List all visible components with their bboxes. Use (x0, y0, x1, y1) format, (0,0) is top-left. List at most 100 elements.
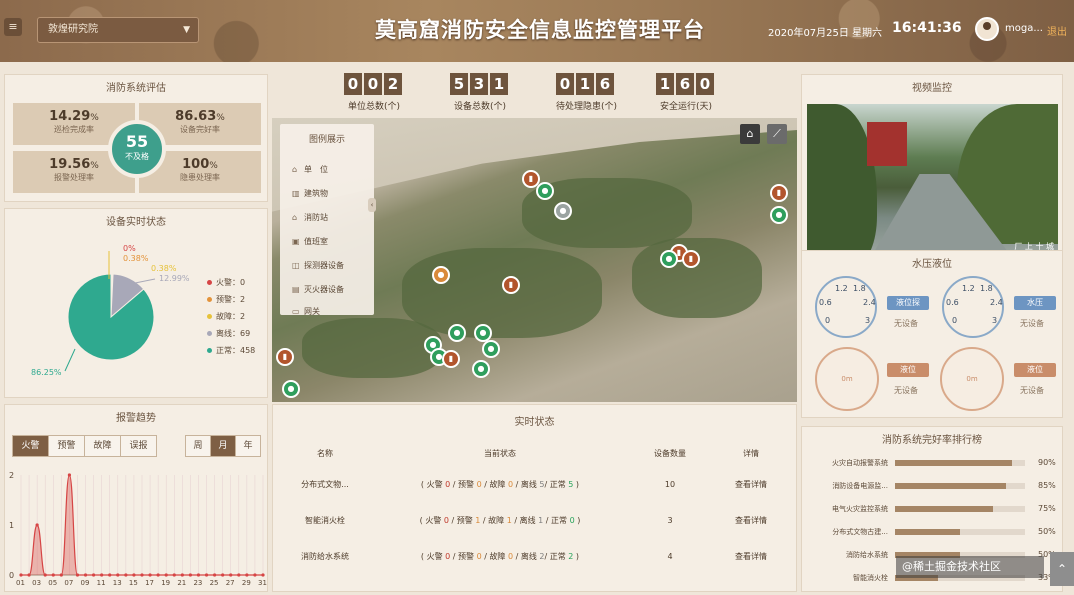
map-marker[interactable]: ● (554, 202, 572, 220)
level-button[interactable]: 液位 (1014, 363, 1056, 377)
view-detail-link[interactable]: 查看详情 (710, 538, 792, 574)
map-marker[interactable]: ● (282, 380, 300, 398)
water-pressure-button[interactable]: 水压 (1014, 296, 1056, 310)
tab-false-alarm[interactable]: 误报 (120, 435, 157, 457)
row-name: 分布式文物... (301, 479, 349, 489)
back-to-top-icon[interactable]: ⌃ (1050, 552, 1074, 586)
organization-select[interactable]: 敦煌研究院 ▼ (37, 17, 199, 43)
table-row: 智能消火栓 ( 火警 0 / 预警 1 / 故障 1 / 离线 1 / 正常 0… (280, 502, 792, 538)
menu-icon[interactable]: ≡ (4, 18, 22, 36)
site-map[interactable]: 图例展示 ⌂ 单 位 ▥ 建筑物 ⌂ 消防站 ▣ 值班室 ◫ 探测器设备 ▤ 灭火器设备 ▭… (272, 118, 797, 402)
legend-collapse-handle[interactable]: ‹ (368, 198, 376, 212)
legend-item-unit[interactable]: ⌂ 单 位 (292, 164, 328, 175)
gauge-tick: 1.2 (835, 284, 848, 293)
trend-point (108, 573, 112, 577)
ring-value: 0m (841, 375, 853, 383)
legend-item-extinguisher[interactable]: ▤ 灭火器设备 (292, 284, 344, 295)
legend-item-duty-room[interactable]: ▣ 值班室 (292, 236, 328, 247)
gateway-icon: ▭ (292, 307, 300, 316)
logout-link[interactable]: 退出 (1047, 23, 1067, 38)
extinguisher-icon: ▤ (292, 285, 300, 294)
realtime-status-title: 实时状态 (514, 417, 555, 428)
map-marker[interactable]: ▮ (502, 276, 520, 294)
map-marker[interactable]: ▮ (770, 184, 788, 202)
trend-point (156, 573, 160, 577)
tab-year[interactable]: 年 (235, 435, 261, 457)
counter-label: 待处理隐患(个) (556, 102, 618, 112)
view-detail-link[interactable]: 查看详情 (710, 502, 792, 538)
gauge-tick: 0 (952, 316, 958, 325)
counter-digit: 6 (596, 73, 614, 95)
level-ring: 0m (940, 347, 1004, 411)
map-vegetation (302, 318, 442, 378)
username[interactable]: moga... (1005, 23, 1043, 34)
ranking-label: 消防给水系统 (846, 551, 888, 559)
trend-point (140, 573, 144, 577)
map-marker[interactable]: ● (472, 360, 490, 378)
trend-point (261, 573, 265, 577)
home-icon[interactable]: ⌂ (740, 124, 760, 144)
legend-item-building[interactable]: ▥ 建筑物 (292, 188, 328, 199)
x-tick-label: 07 (64, 579, 73, 587)
row-count: 4 (667, 551, 673, 561)
counter-label: 安全运行(天) (659, 102, 713, 112)
pie-label: 0.38% (123, 254, 149, 263)
trend-point (43, 573, 47, 577)
ranking-bar-fill (895, 483, 1006, 489)
level-button[interactable]: 液位 (887, 363, 929, 377)
counter-digit: 0 (344, 73, 362, 95)
x-tick-label: 01 (16, 579, 25, 587)
map-marker[interactable]: ● (482, 340, 500, 358)
gauge-tick: 0.6 (819, 298, 832, 307)
gauge-tick: 1.8 (980, 284, 993, 293)
map-marker[interactable]: ● (660, 250, 678, 268)
tab-week[interactable]: 周 (185, 435, 211, 457)
avatar[interactable] (975, 17, 999, 41)
pie-leader-line (64, 348, 76, 372)
x-tick-label: 31 (258, 579, 267, 587)
tab-fault[interactable]: 故障 (84, 435, 121, 457)
video-feed[interactable]: 厂 上 十 城 (807, 104, 1058, 256)
column-header: 详情 (743, 448, 759, 458)
counter-devices: 531 设备总数(个) (450, 73, 510, 112)
eval-value: 19.56 (49, 157, 91, 172)
view-detail-link[interactable]: 查看详情 (710, 466, 792, 502)
trend-point (253, 573, 257, 577)
trend-point (67, 473, 71, 477)
trend-point (188, 573, 192, 577)
map-marker[interactable]: ● (432, 266, 450, 284)
map-marker[interactable]: ● (536, 182, 554, 200)
x-tick-label: 05 (48, 579, 57, 587)
table-row: 消防给水系统 ( 火警 0 / 预警 0 / 故障 0 / 离线 2/ 正常 2… (280, 538, 792, 574)
counter-digit: 0 (364, 73, 382, 95)
detector-icon: ◫ (292, 261, 300, 270)
trend-point (221, 573, 225, 577)
counter-units: 002 单位总数(个) (344, 73, 404, 112)
tab-warn[interactable]: 预警 (48, 435, 85, 457)
map-marker[interactable]: ● (448, 324, 466, 342)
ring-status: 无设备 (894, 386, 918, 395)
tab-fire[interactable]: 火警 (12, 435, 49, 457)
gauge-tick: 2.4 (990, 298, 1003, 307)
trend-point (245, 573, 249, 577)
counter-digit: 5 (450, 73, 468, 95)
tab-month[interactable]: 月 (210, 435, 236, 457)
legend-item-warn: 预警：2 (207, 294, 245, 305)
map-marker[interactable]: ▮ (442, 350, 460, 368)
level-probe-button[interactable]: 液位探 (887, 296, 929, 310)
legend-item-gateway[interactable]: ▭ 网关 (292, 306, 320, 317)
map-marker[interactable]: ▮ (276, 348, 294, 366)
ranking-bar (895, 529, 1025, 535)
trend-point (180, 573, 184, 577)
legend-item-fire-station[interactable]: ⌂ 消防站 (292, 212, 328, 223)
counter-digit: 6 (676, 73, 694, 95)
building-icon: ▥ (292, 189, 300, 198)
measure-icon[interactable]: ⟋ (767, 124, 787, 144)
ranking-percent: 90% (1038, 458, 1056, 467)
map-marker[interactable]: ▮ (682, 250, 700, 268)
counter-digit: 0 (696, 73, 714, 95)
ranking-percent: 50% (1038, 527, 1056, 536)
table-header-row: 名称 当前状态 设备数量 详情 (280, 440, 792, 466)
map-marker[interactable]: ● (770, 206, 788, 224)
legend-item-detector[interactable]: ◫ 探测器设备 (292, 260, 344, 271)
